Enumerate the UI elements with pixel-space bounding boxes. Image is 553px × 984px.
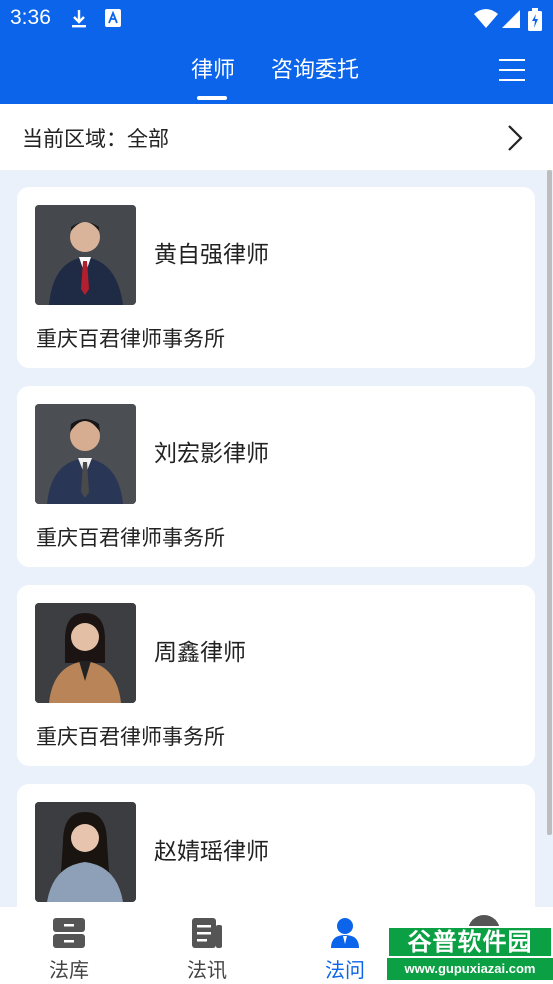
- wifi-icon: [474, 8, 498, 34]
- tab-lawyer[interactable]: 律师: [191, 52, 235, 84]
- lawyer-photo: [35, 802, 136, 902]
- lawyer-firm: 重庆百君律师事务所: [36, 725, 225, 749]
- region-label: 当前区域：全部: [22, 127, 169, 151]
- lawyer-card[interactable]: 刘宏影律师 重庆百君律师事务所: [17, 386, 535, 567]
- region-selector[interactable]: 当前区域：全部: [0, 104, 553, 170]
- accessibility-icon: [104, 8, 122, 32]
- lawyer-name: 刘宏影律师: [154, 441, 269, 467]
- nav-label-library: 法库: [49, 958, 89, 982]
- lawyer-firm: 重庆百君律师事务所: [36, 526, 225, 550]
- battery-icon: [528, 8, 542, 36]
- top-tabs: 律师 咨询委托: [0, 48, 553, 104]
- lawyer-card[interactable]: 赵婧瑶律师: [17, 784, 535, 907]
- active-tab-indicator: [197, 96, 227, 100]
- app-header: 3:36 律师 咨询委托: [0, 0, 553, 104]
- lawyer-name: 黄自强律师: [154, 242, 269, 268]
- lawyer-photo: [35, 404, 136, 504]
- chevron-right-icon: [507, 124, 523, 156]
- status-time: 3:36: [10, 6, 51, 29]
- status-bar: 3:36: [0, 0, 553, 40]
- cabinet-icon: [52, 917, 86, 953]
- lawyer-list[interactable]: 黄自强律师 重庆百君律师事务所 刘宏影律师 重庆百君律师事务所 周鑫律师 重庆百…: [0, 170, 553, 907]
- watermark-url: www.gupuxiazai.com: [387, 958, 553, 980]
- nav-label-news: 法讯: [187, 958, 227, 982]
- menu-icon[interactable]: [499, 58, 525, 82]
- lawyer-card[interactable]: 周鑫律师 重庆百君律师事务所: [17, 585, 535, 766]
- lawyer-firm: 重庆百君律师事务所: [36, 327, 225, 351]
- download-icon: [68, 8, 90, 34]
- lawyer-photo: [35, 603, 136, 703]
- lawyer-name: 周鑫律师: [154, 640, 246, 666]
- watermark-title: 谷普软件园: [387, 926, 553, 958]
- lawyer-photo: [35, 205, 136, 305]
- watermark-logo: 谷普软件园 www.gupuxiazai.com: [387, 926, 553, 982]
- tab-consult[interactable]: 咨询委托: [271, 52, 359, 84]
- user-icon: [329, 917, 361, 953]
- news-icon: [191, 917, 223, 953]
- nav-item-news[interactable]: 法讯: [138, 907, 276, 984]
- signal-icon: [502, 8, 520, 34]
- lawyer-name: 赵婧瑶律师: [154, 839, 269, 865]
- nav-item-library[interactable]: 法库: [0, 907, 138, 984]
- lawyer-card[interactable]: 黄自强律师 重庆百君律师事务所: [17, 187, 535, 368]
- list-scrollbar[interactable]: [547, 170, 552, 835]
